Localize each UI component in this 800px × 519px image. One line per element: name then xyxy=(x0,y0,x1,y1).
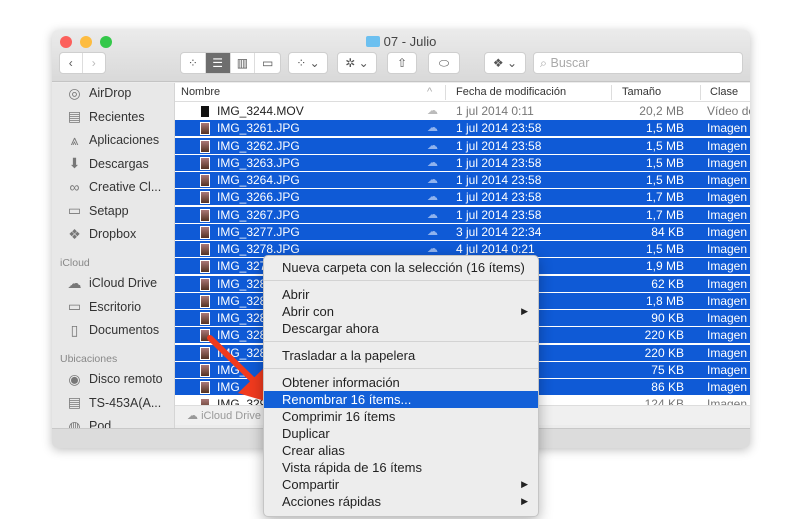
menu-item[interactable]: Trasladar a la papelera xyxy=(264,347,538,364)
menu-item[interactable]: Acciones rápidas ▶ xyxy=(264,493,538,510)
menu-separator xyxy=(264,368,538,369)
menu-item[interactable]: Duplicar xyxy=(264,425,538,442)
menu-item[interactable]: Comprimir 16 ítems xyxy=(264,408,538,425)
context-menu: Nueva carpeta con la selección (16 ítems… xyxy=(263,255,539,517)
menu-separator xyxy=(264,341,538,342)
menu-item[interactable]: Crear alias xyxy=(264,442,538,459)
menu-item[interactable]: Renombrar 16 ítems... xyxy=(264,391,538,408)
menu-item[interactable]: Abrir xyxy=(264,286,538,303)
submenu-arrow-icon: ▶ xyxy=(521,479,528,489)
menu-item[interactable]: Abrir con ▶ xyxy=(264,303,538,320)
menu-item[interactable]: Obtener información xyxy=(264,374,538,391)
submenu-arrow-icon: ▶ xyxy=(521,306,528,316)
menu-item[interactable]: Descargar ahora xyxy=(264,320,538,337)
arrow-shaft xyxy=(207,335,261,388)
menu-item[interactable]: Nueva carpeta con la selección (16 ítems… xyxy=(264,259,538,276)
menu-separator xyxy=(264,280,538,281)
submenu-arrow-icon: ▶ xyxy=(521,496,528,506)
menu-item[interactable]: Vista rápida de 16 ítems xyxy=(264,459,538,476)
menu-item[interactable]: Compartir ▶ xyxy=(264,476,538,493)
